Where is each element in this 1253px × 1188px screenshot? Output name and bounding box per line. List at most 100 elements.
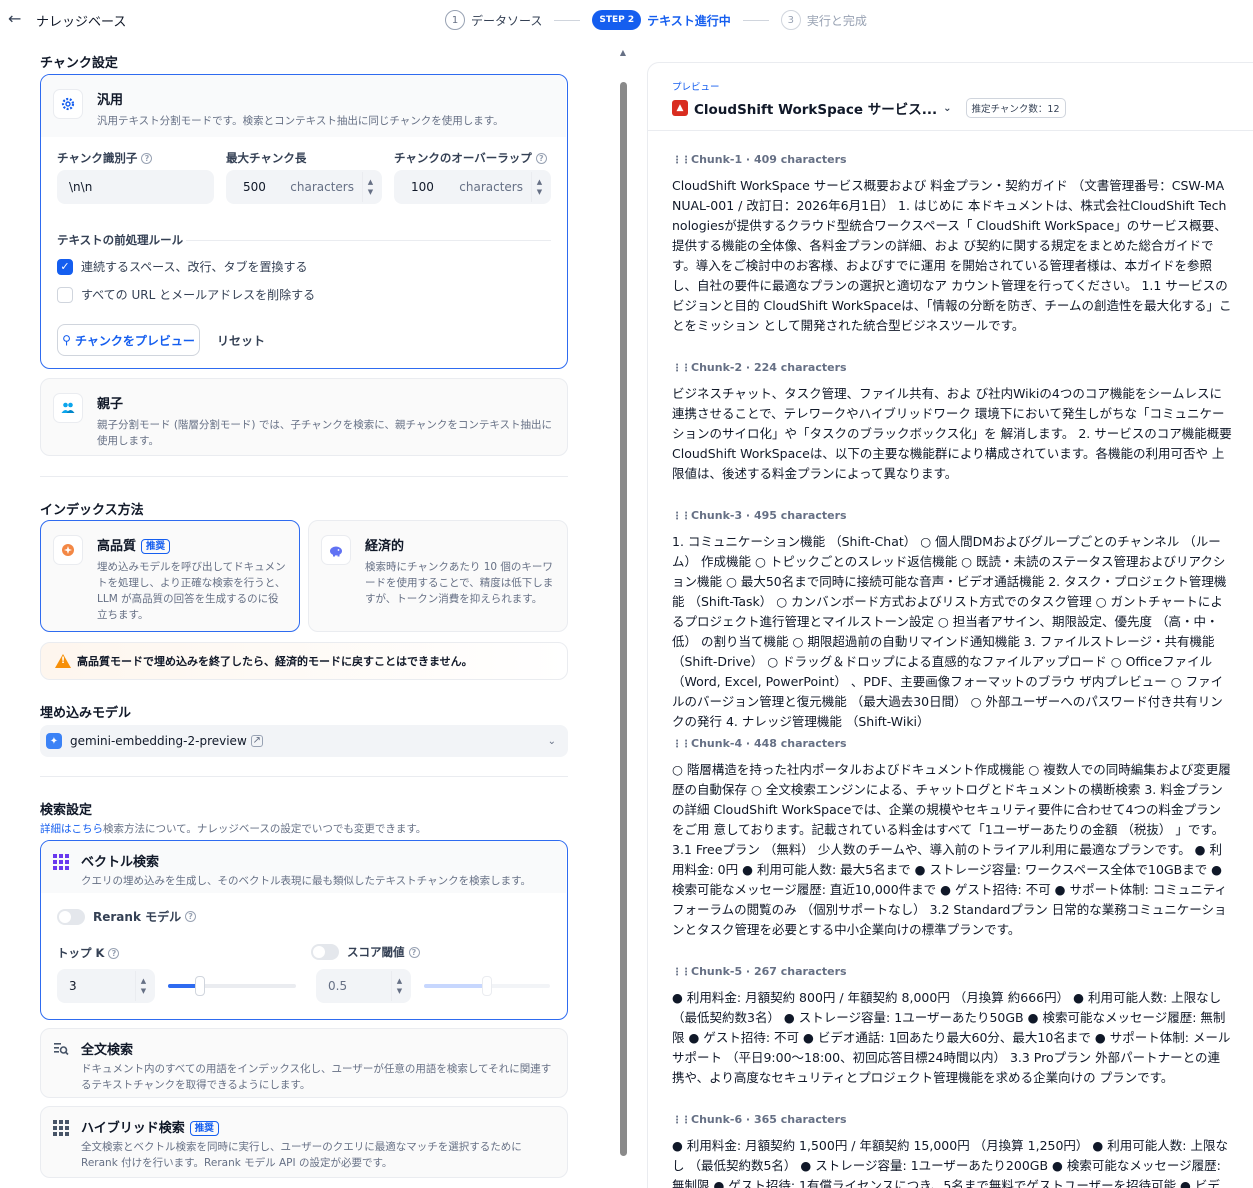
learn-more-link[interactable]: 詳細はこちら [40, 823, 103, 835]
grip-icon: ⋮⋮ [672, 967, 691, 978]
recommended-badge: 推奨 [189, 1121, 219, 1136]
search-icon: ⚲ [62, 333, 71, 347]
chunk-item: ⋮⋮Chunk-5 · 267 characters ● 利用料金: 月額契約 … [672, 965, 1232, 1088]
preview-chunk-button[interactable]: ⚲ チャンクをプレビュー [57, 324, 200, 356]
step-divider [554, 19, 581, 21]
divider [40, 476, 568, 477]
topk-input[interactable]: 3 ▲ ▼ [57, 969, 155, 1003]
chunk-text: 1. コミュニケーション機能 （Shift-Chat） ○ 個人間DMおよびグル… [672, 534, 1227, 729]
stepper-arrows[interactable]: ▲ ▼ [531, 172, 547, 202]
fulltext-search-desc: ドキュメント内のすべての用語をインデックス化し、ユーザーが任意の用語を検索してそ… [81, 1063, 552, 1091]
grip-icon: ⋮⋮ [672, 1115, 691, 1126]
stepper-arrows[interactable]: ▲ ▼ [391, 971, 407, 1001]
checkbox-checked[interactable]: ✓ [57, 258, 73, 275]
reset-button[interactable]: リセット [211, 324, 271, 356]
max-length-input[interactable]: 500 characters ▲ ▼ [226, 170, 382, 204]
help-icon[interactable]: ? [535, 153, 547, 164]
grip-icon: ⋮⋮ [672, 363, 691, 374]
delimiter-input[interactable]: \n\n [57, 170, 214, 204]
chunk-item: ⋮⋮Chunk-4 · 448 characters ○ 階層構造を持った社内ポ… [672, 737, 1232, 940]
parent-child-mode-card[interactable]: 親子 親子分割モード (階層分割モード) では、子チャンクを検索に、親チャンクを… [40, 378, 568, 456]
users-icon [53, 393, 83, 423]
scrollbar-thumb[interactable] [620, 82, 627, 1156]
fulltext-search-name: 全文検索 [81, 1043, 134, 1058]
rerank-row: Rerank モデル? [57, 908, 197, 925]
score-threshold-toggle[interactable] [311, 944, 339, 960]
hybrid-search-desc: 全文検索とベクトル検索を同時に実行し、ユーザーのクエリに最適なマッチを選択するた… [81, 1141, 522, 1169]
high-quality-card[interactable]: 高品質 推奨 埋め込みモデルを呼び出してドキュメントを処理し、より正確な検索を行う… [40, 520, 300, 632]
stepper-arrows[interactable]: ▲ ▼ [135, 971, 151, 1001]
pdf-icon: ▲ [672, 100, 688, 116]
economy-desc: 検索時にチャンクあたり 10 個のキーワードを使用することで、精度は低下しますが… [365, 561, 554, 605]
vector-search-name: ベクトル検索 [81, 855, 160, 870]
slider-handle[interactable] [195, 976, 205, 996]
step-2-badge: STEP 2 [592, 10, 642, 30]
help-icon[interactable]: ? [141, 153, 153, 164]
index-warning: ! 高品質モードで埋め込みを終了したら、経済的モードに戻すことはできません。 [40, 642, 568, 680]
chunk-item: ⋮⋮Chunk-6 · 365 characters ● 利用料金: 月額契約 … [672, 1113, 1232, 1188]
gemini-icon: ✦ [46, 733, 62, 749]
hybrid-search-card[interactable]: ハイブリッド検索 推奨 全文検索とベクトル検索を同時に実行し、ユーザーのクエリに最… [40, 1106, 568, 1178]
parent-child-mode-name: 親子 [97, 397, 124, 412]
help-icon[interactable]: ? [408, 946, 420, 958]
rerank-toggle[interactable] [57, 908, 85, 925]
parent-child-mode-desc: 親子分割モード (階層分割モード) では、子チャンクを検索に、親チャンクをコンテ… [97, 419, 553, 447]
delimiter-label: チャンク識別子? [57, 150, 153, 166]
link-icon: ↗ [250, 735, 263, 747]
stepper: 1 データソース STEP 2 テキスト進行中 3 実行と完成 [445, 9, 867, 31]
rule-replace-spaces[interactable]: ✓ 連続するスペース、改行、タブを置換する [57, 258, 308, 275]
gear-icon [53, 89, 83, 119]
help-icon[interactable]: ? [108, 948, 120, 959]
topk-label: トップ K? [57, 945, 120, 961]
top-bar: ← ナレッジベース 1 データソース STEP 2 テキスト進行中 3 実行と完… [0, 0, 1253, 40]
step-3-label: 実行と完成 [806, 13, 867, 28]
divider [40, 776, 568, 777]
chunk-text: ● 利用料金: 月額契約 800円 / 年額契約 8,000円 （月換算 約66… [672, 990, 1231, 1085]
vector-search-desc: クエリの埋め込みを生成し、そのベクトル表現に最も類似したテキストチャンクを検索し… [81, 875, 532, 887]
high-quality-name: 高品質 推奨 [97, 535, 287, 554]
help-icon[interactable]: ? [185, 911, 197, 922]
piggy-bank-icon [321, 535, 351, 565]
divider [648, 130, 1253, 131]
chunk-estimate-badge: 推定チャンク数：12 [965, 98, 1066, 118]
preview-label: プレビュー [672, 82, 720, 93]
document-search-icon [53, 1041, 69, 1057]
settings-panel: チャンク設定 汎用 汎用テキスト分割モードです。検索とコンテキスト抽出に同じチャ… [40, 40, 568, 1188]
slider-handle[interactable] [482, 976, 492, 996]
economy-card[interactable]: 経済的 検索時にチャンクあたり 10 個のキーワードを使用することで、精度は低下… [308, 520, 568, 632]
arrow-left-icon[interactable]: ← [8, 10, 26, 28]
chunk-settings-title: チャンク設定 [40, 56, 118, 71]
chunk-item: ⋮⋮Chunk-2 · 224 characters ビジネスチャット、タスク管… [672, 361, 1232, 484]
recommended-badge: 推奨 [141, 539, 171, 554]
overlap-input[interactable]: 100 characters ▲ ▼ [394, 170, 551, 204]
economy-name: 経済的 [365, 539, 405, 554]
vector-search-card[interactable]: ベクトル検索 クエリの埋め込みを生成し、そのベクトル表現に最も類似したテキストチ… [40, 840, 568, 1020]
embedding-title: 埋め込みモデル [40, 706, 132, 721]
high-quality-desc: 埋め込みモデルを呼び出してドキュメントを処理し、より正確な検索を行うと、LLM … [97, 561, 286, 621]
fulltext-search-card[interactable]: 全文検索 ドキュメント内のすべての用語をインデックス化し、ユーザーが任意の用語を… [40, 1028, 568, 1098]
step-divider [742, 19, 769, 21]
step-2-label: テキスト進行中 [647, 13, 731, 28]
score-threshold-slider[interactable] [424, 976, 550, 996]
step-1-label: データソース [471, 13, 543, 28]
embedding-model-select[interactable]: ✦ gemini-embedding-2-preview ↗ ⌄ [40, 725, 568, 757]
score-threshold-input[interactable]: 0.5 ▲ ▼ [316, 969, 411, 1003]
checkbox-unchecked[interactable] [57, 286, 73, 303]
chunk-text: ● 利用料金: 月額契約 1,500円 / 年額契約 15,000円 （月換算 … [672, 1138, 1228, 1188]
hybrid-search-name: ハイブリッド検索 推奨 [81, 1117, 555, 1136]
general-mode-name: 汎用 [97, 93, 124, 108]
preview-panel: プレビュー ▲ CloudShift WorkSpace サービス... ⌄ 推… [647, 62, 1253, 1188]
scroll-up-arrow[interactable]: ▲ [618, 48, 628, 58]
rule-remove-urls[interactable]: すべての URL とメールアドレスを削除する [57, 286, 315, 303]
chunk-text: ビジネスチャット、タスク管理、ファイル共有、およ び社内Wikiの4つのコア機能… [672, 386, 1232, 481]
topk-slider[interactable] [168, 976, 296, 996]
document-selector[interactable]: ▲ CloudShift WorkSpace サービス... ⌄ 推定チャンク数… [672, 98, 1066, 118]
sparkle-icon [53, 535, 83, 565]
stepper-arrows[interactable]: ▲ ▼ [362, 172, 378, 202]
chunk-text: CloudShift WorkSpace サービス概要および 料金プラン・契約ガ… [672, 178, 1232, 333]
vector-grid-icon [53, 854, 69, 870]
score-threshold-row: スコア閾値? [311, 944, 420, 960]
general-mode-card[interactable]: 汎用 汎用テキスト分割モードです。検索とコンテキスト抽出に同じチャンクを使用しま… [40, 74, 568, 369]
page-title: ナレッジベース [36, 15, 127, 30]
grip-icon: ⋮⋮ [672, 155, 691, 166]
